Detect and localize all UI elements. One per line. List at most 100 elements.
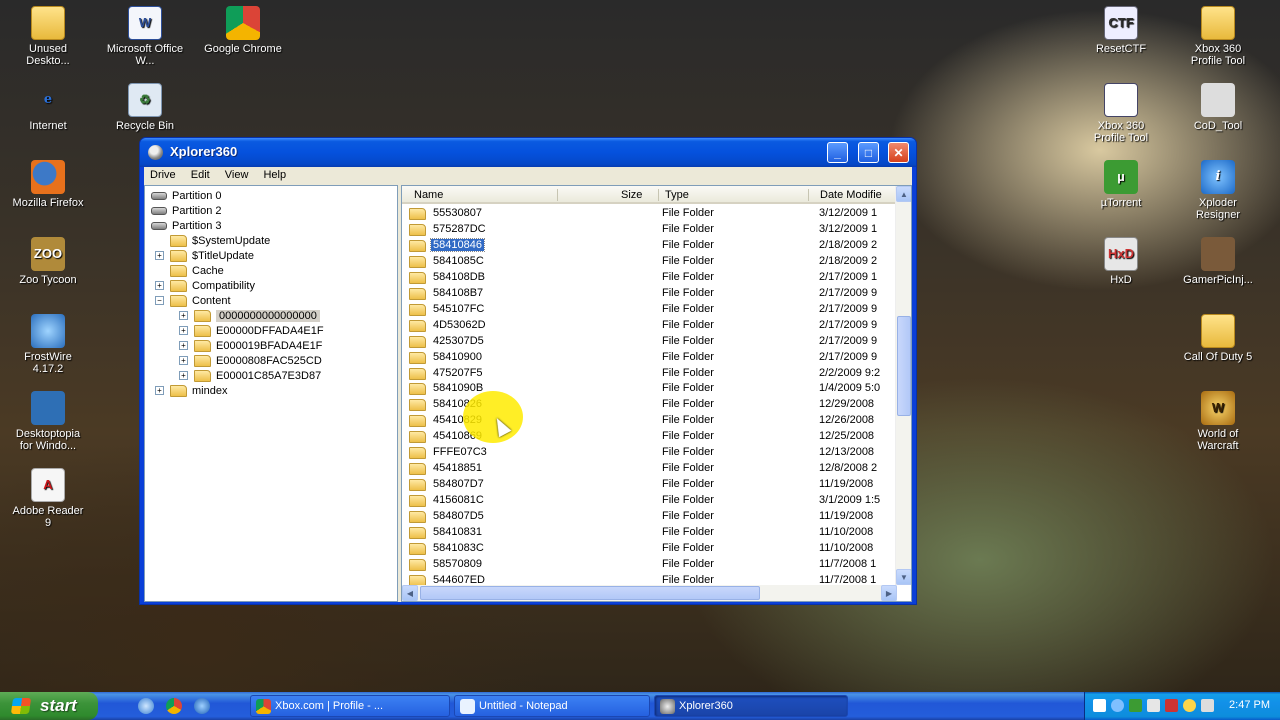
vertical-scrollbar[interactable]: ▲ ▼ (895, 186, 911, 585)
column-size[interactable]: Size (621, 189, 642, 201)
network-tray-icon[interactable] (1147, 699, 1160, 712)
list-row[interactable]: 4D53062D File Folder 2/17/2009 9 (402, 318, 898, 334)
maximize-button[interactable]: □ (858, 142, 879, 163)
tree-expander-icon[interactable]: + (179, 311, 188, 320)
list-row[interactable]: 4156081C File Folder 3/1/2009 1:5 (402, 493, 898, 509)
start-button[interactable]: start (0, 692, 98, 720)
quicklaunch-network-icon[interactable] (138, 698, 154, 714)
taskbar-task-button[interactable]: Xplorer360 (654, 695, 848, 717)
tree-expander-icon[interactable]: − (155, 296, 164, 305)
desktop-icon[interactable]: e Internet (9, 83, 87, 132)
vertical-scroll-thumb[interactable] (897, 316, 911, 416)
column-divider[interactable] (658, 189, 659, 201)
tree-node[interactable]: Partition 3 (151, 218, 222, 233)
taskbar-task-button[interactable]: Xbox.com | Profile - ... (250, 695, 450, 717)
list-row[interactable]: 584108DB File Folder 2/17/2009 1 (402, 270, 898, 286)
horizontal-scroll-thumb[interactable] (420, 586, 760, 600)
tree-expander-icon[interactable]: + (179, 341, 188, 350)
desktop-icon[interactable]: Mozilla Firefox (9, 160, 87, 209)
tree-node[interactable]: + E0000808FAC525CD (179, 353, 322, 368)
scroll-left-icon[interactable]: ◀ (402, 585, 418, 601)
list-row[interactable]: FFFE07C3 File Folder 12/13/2008 (402, 445, 898, 461)
alert-tray-icon[interactable] (1183, 699, 1196, 712)
clock[interactable]: 2:47 PM (1229, 699, 1270, 711)
tree-node[interactable]: + E00001C85A7E3D87 (179, 368, 321, 383)
list-row[interactable]: 58410831 File Folder 11/10/2008 (402, 525, 898, 541)
tree-expander-icon[interactable]: + (179, 356, 188, 365)
menu-drive[interactable]: Drive (144, 167, 182, 181)
list-row[interactable]: 575287DC File Folder 3/12/2009 1 (402, 222, 898, 238)
help-icon[interactable] (1093, 699, 1106, 712)
list-row[interactable]: 5841083C File Folder 11/10/2008 (402, 541, 898, 557)
tree-node[interactable]: + Compatibility (155, 278, 255, 293)
tree-expander-icon[interactable]: + (155, 281, 164, 290)
tree-node[interactable]: Cache (155, 263, 224, 278)
desktop-icon[interactable]: FrostWire 4.17.2 (9, 314, 87, 375)
list-row[interactable]: 58410846 File Folder 2/18/2009 2 (402, 237, 898, 254)
column-date[interactable]: Date Modifie (820, 189, 882, 201)
menu-view[interactable]: View (219, 167, 255, 181)
scroll-down-icon[interactable]: ▼ (896, 569, 911, 585)
tree-node[interactable]: $SystemUpdate (155, 233, 270, 248)
tree-expander-icon[interactable]: + (179, 326, 188, 335)
column-divider[interactable] (808, 189, 809, 201)
desktop-icon[interactable]: CoD_Tool (1179, 83, 1257, 132)
quicklaunch-ie-icon[interactable] (194, 698, 210, 714)
horizontal-scrollbar[interactable]: ◀ ▶ (402, 585, 897, 601)
title-bar[interactable]: Xplorer360 _ □ ✕ (140, 138, 916, 167)
desktop-icon[interactable]: ♻ Recycle Bin (106, 83, 184, 132)
quicklaunch-chrome-icon[interactable] (166, 698, 182, 714)
desktop-icon[interactable]: ZOO Zoo Tycoon (9, 237, 87, 286)
tree-node[interactable]: + E000019BFADA4E1F (179, 338, 322, 353)
tree-expander-icon[interactable]: + (155, 251, 164, 260)
list-row[interactable]: 58570809 File Folder 11/7/2008 1 (402, 557, 898, 573)
tree-node[interactable]: + $TitleUpdate (155, 248, 254, 263)
list-row[interactable]: 545107FC File Folder 2/17/2009 9 (402, 302, 898, 318)
desktop-icon[interactable]: GamerPicInj... (1179, 237, 1257, 286)
utorrent-tray-icon[interactable] (1129, 699, 1142, 712)
tree-node[interactable]: − Content (155, 293, 231, 308)
scroll-up-icon[interactable]: ▲ (896, 186, 911, 202)
desktop-icon[interactable]: HxD HxD (1082, 237, 1160, 286)
close-button[interactable]: ✕ (888, 142, 909, 163)
column-divider[interactable] (557, 189, 558, 201)
tree-node[interactable]: + E00000DFFADA4E1F (179, 323, 324, 338)
desktop-icon[interactable]: Google Chrome (204, 6, 282, 55)
tree-node[interactable]: Partition 0 (151, 188, 222, 203)
list-row[interactable]: 45418851 File Folder 12/8/2008 2 (402, 461, 898, 477)
security-tray-icon[interactable] (1165, 699, 1178, 712)
tree-expander-icon[interactable]: + (155, 386, 164, 395)
taskbar-task-button[interactable]: Untitled - Notepad (454, 695, 650, 717)
tree-expander-icon[interactable]: + (179, 371, 188, 380)
column-type[interactable]: Type (665, 189, 689, 201)
tree-node[interactable]: + mindex (155, 383, 227, 398)
desktop-icon[interactable]: Desktoptopia for Windo... (9, 391, 87, 452)
menu-help[interactable]: Help (257, 167, 292, 181)
list-row[interactable]: 584108B7 File Folder 2/17/2009 9 (402, 286, 898, 302)
minimize-button[interactable]: _ (827, 142, 848, 163)
scroll-right-icon[interactable]: ▶ (881, 585, 897, 601)
desktop-icon[interactable]: µ µTorrent (1082, 160, 1160, 209)
desktop-icon[interactable]: W Microsoft Office W... (106, 6, 184, 67)
wifi-icon[interactable] (1111, 699, 1124, 712)
desktop-icon[interactable]: Unused Deskto... (9, 6, 87, 67)
list-row[interactable]: 5841085C File Folder 2/18/2009 2 (402, 254, 898, 270)
menu-edit[interactable]: Edit (185, 167, 216, 181)
tree-node[interactable]: +0000000000000000 (179, 308, 320, 323)
desktop-icon[interactable]: Call Of Duty 5 (1179, 314, 1257, 363)
list-row[interactable]: 584807D7 File Folder 11/19/2008 (402, 477, 898, 493)
desktop-icon[interactable]: W World of Warcraft (1179, 391, 1257, 452)
desktop-icon[interactable]: i Xploder Resigner (1179, 160, 1257, 221)
volume-icon[interactable] (1201, 699, 1214, 712)
column-name[interactable]: Name (414, 189, 443, 201)
list-row[interactable]: 425307D5 File Folder 2/17/2009 9 (402, 334, 898, 350)
list-row[interactable]: 584807D5 File Folder 11/19/2008 (402, 509, 898, 525)
desktop-icon[interactable]: A Adobe Reader 9 (9, 468, 87, 529)
list-row[interactable]: 58410900 File Folder 2/17/2009 9 (402, 350, 898, 366)
list-row[interactable]: 55530807 File Folder 3/12/2009 1 (402, 206, 898, 222)
desktop-icon[interactable]: Xbox 360 Profile Tool (1082, 83, 1160, 144)
tree-node[interactable]: Partition 2 (151, 203, 222, 218)
list-row[interactable]: 475207F5 File Folder 2/2/2009 9:2 (402, 366, 898, 382)
desktop-icon[interactable]: Xbox 360 Profile Tool (1179, 6, 1257, 67)
desktop-icon[interactable]: CTF ResetCTF (1082, 6, 1160, 55)
